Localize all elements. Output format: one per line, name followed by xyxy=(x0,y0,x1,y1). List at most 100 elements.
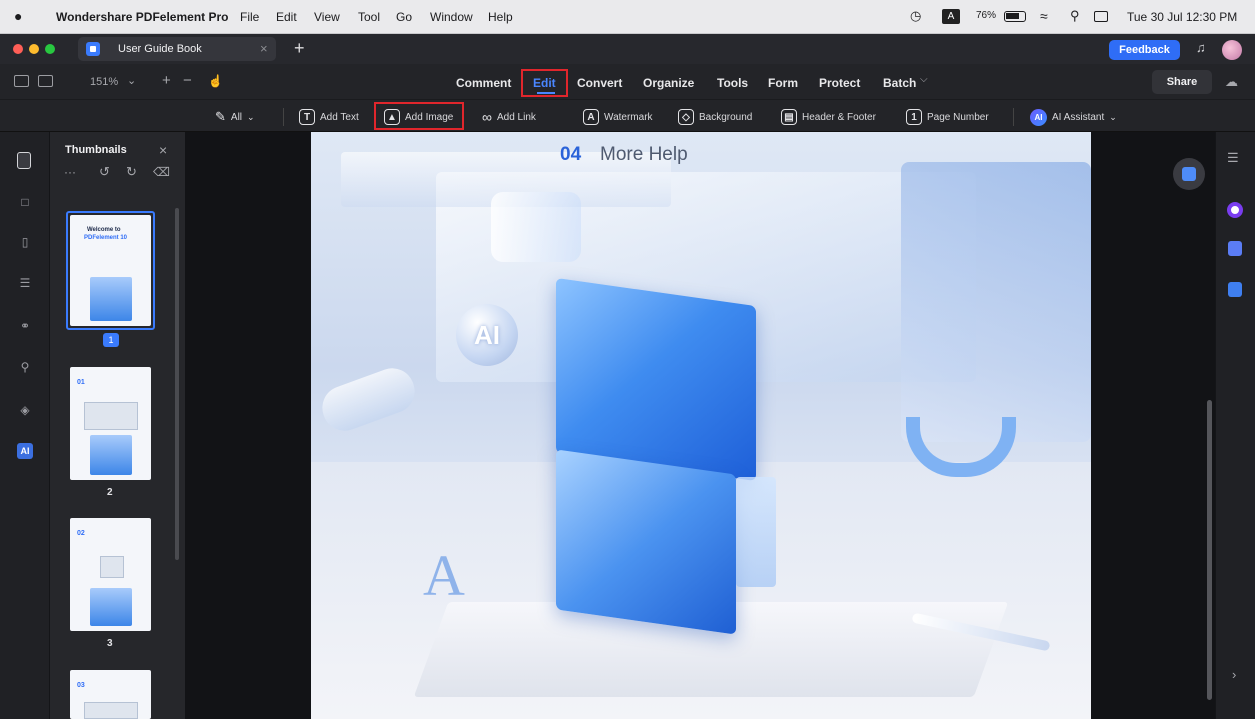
feedback-button[interactable]: Feedback xyxy=(1109,40,1180,60)
zoom-level[interactable]: 151% xyxy=(90,76,118,88)
thumbnail-4-graphic xyxy=(84,702,138,719)
thumbnails-panel-icon[interactable] xyxy=(17,152,31,169)
tab-protect[interactable]: Protect xyxy=(819,76,860,90)
thumbnail-2-graphic xyxy=(84,402,138,430)
tab-organize[interactable]: Organize xyxy=(643,76,694,90)
app-logo-icon xyxy=(86,42,100,56)
left-sidebar-rail: □ ▯ ☰ ⚭ ⚲ ◈ AI xyxy=(0,132,50,719)
window-zoom-button[interactable] xyxy=(45,44,55,54)
collapse-right-panel-icon[interactable]: › xyxy=(1232,667,1236,682)
menu-file[interactable]: File xyxy=(240,10,259,24)
signatures-panel-icon[interactable]: ◈ xyxy=(17,402,33,418)
watermark-label: Watermark xyxy=(604,111,653,123)
menu-window[interactable]: Window xyxy=(430,10,473,24)
zoom-in-button[interactable]: + xyxy=(162,72,171,89)
add-image-highlight xyxy=(374,102,464,130)
ai-translate-icon[interactable] xyxy=(1228,282,1242,297)
zoom-dropdown-chevron-icon[interactable]: ⌄ xyxy=(127,74,136,87)
background-button[interactable]: ◇ Background xyxy=(678,108,752,126)
battery-icon[interactable] xyxy=(1004,11,1026,22)
ai-assistant-chevron-icon: ⌄ xyxy=(1109,111,1117,122)
page-number-button[interactable]: 1 Page Number xyxy=(906,108,989,126)
thumbnails-close-icon[interactable]: × xyxy=(159,142,167,158)
document-scrollbar[interactable] xyxy=(1207,400,1212,700)
edit-all-chevron-icon: ⌄ xyxy=(247,111,255,122)
menu-view[interactable]: View xyxy=(314,10,340,24)
ai-assistant-dropdown[interactable]: AI AI Assistant ⌄ xyxy=(1030,108,1117,126)
new-tab-button[interactable]: + xyxy=(294,38,305,59)
thumbnail-page-3[interactable]: 02 xyxy=(70,518,151,631)
thumbnail-1-graphic xyxy=(90,277,132,321)
add-link-button[interactable]: ∞ Add Link xyxy=(482,108,536,126)
attachments-panel-icon[interactable]: ⚭ xyxy=(17,318,33,334)
background-label: Background xyxy=(699,111,753,123)
glass-block-bottom xyxy=(556,449,736,635)
comments-panel-icon[interactable]: □ xyxy=(17,194,33,210)
app-name-menu[interactable]: Wondershare PDFelement Pro xyxy=(56,10,229,24)
menu-go[interactable]: Go xyxy=(396,10,412,24)
rotate-right-icon[interactable]: ↻ xyxy=(126,164,137,180)
battery-percent: 76% xyxy=(976,10,997,21)
tab-convert[interactable]: Convert xyxy=(577,76,622,90)
sidebar-toggle-icon[interactable] xyxy=(14,75,29,87)
keyboard-input-icon[interactable]: A xyxy=(942,9,960,24)
hand-tool-icon[interactable]: ☝ xyxy=(208,74,223,88)
window-minimize-button[interactable] xyxy=(29,44,39,54)
search-panel-icon[interactable]: ⚲ xyxy=(17,359,33,375)
thumbnail-page-4[interactable]: 03 xyxy=(70,670,151,719)
zoom-out-button[interactable]: − xyxy=(183,72,192,89)
menubar-clock[interactable]: Tue 30 Jul 12:30 PM xyxy=(1127,10,1237,24)
notification-bell-icon[interactable]: ♫ xyxy=(1196,40,1206,55)
pdf-page[interactable]: AI A 04 More Help xyxy=(311,132,1091,719)
share-button[interactable]: Share xyxy=(1152,70,1212,94)
floating-translate-button[interactable] xyxy=(1173,158,1205,190)
properties-sliders-icon[interactable]: ☰ xyxy=(1227,150,1239,166)
bookmarks-panel-icon[interactable]: ▯ xyxy=(17,234,33,250)
watermark-button[interactable]: A Watermark xyxy=(583,108,653,126)
time-machine-icon[interactable]: ◷ xyxy=(910,8,921,24)
thumbnail-2-heading: 01 xyxy=(77,379,85,386)
glass-block-top xyxy=(556,277,756,482)
page-layout-icon[interactable] xyxy=(38,75,53,87)
cloud-upload-icon[interactable]: ☁ xyxy=(1225,74,1238,90)
spotlight-search-icon[interactable]: ⚲ xyxy=(1070,8,1080,24)
menu-tool[interactable]: Tool xyxy=(358,10,380,24)
edit-all-dropdown[interactable]: ✎ All ⌄ xyxy=(215,108,255,126)
right-sidebar-rail: ☰ › xyxy=(1215,132,1255,719)
glass-tube xyxy=(491,192,581,262)
thumbnail-3-graphic xyxy=(100,556,124,578)
delete-page-icon[interactable]: ⌫ xyxy=(153,165,170,179)
wifi-icon[interactable]: ≈ xyxy=(1040,8,1048,24)
layers-panel-icon[interactable]: ☰ xyxy=(17,275,33,291)
thumbnail-1-page-number: 1 xyxy=(103,333,119,347)
ai-panel-icon[interactable]: AI xyxy=(17,443,33,459)
tab-form[interactable]: Form xyxy=(768,76,798,90)
window-close-button[interactable] xyxy=(13,44,23,54)
batch-chevron-down-icon[interactable]: ⌵ xyxy=(920,74,928,85)
tab-comment[interactable]: Comment xyxy=(456,76,511,90)
ai-proofread-icon[interactable] xyxy=(1228,241,1242,256)
header-footer-label: Header & Footer xyxy=(802,111,876,123)
thumbnail-page-2[interactable]: 01 xyxy=(70,367,151,480)
control-center-icon[interactable] xyxy=(1094,11,1108,22)
tab-tools[interactable]: Tools xyxy=(717,76,748,90)
thumbnails-more-icon[interactable]: ··· xyxy=(64,165,76,179)
glass-letter-a: A xyxy=(423,543,465,608)
tab-batch[interactable]: Batch xyxy=(883,76,916,90)
document-tab[interactable]: User Guide Book × xyxy=(78,37,276,61)
section-number: 04 xyxy=(560,144,582,165)
thumbnails-scrollbar[interactable] xyxy=(175,208,179,560)
menu-help[interactable]: Help xyxy=(488,10,513,24)
apple-menu-icon[interactable]: ● xyxy=(14,8,22,24)
menu-edit[interactable]: Edit xyxy=(276,10,297,24)
edit-all-label: All xyxy=(230,111,243,123)
header-footer-button[interactable]: ▤ Header & Footer xyxy=(781,108,876,126)
add-text-button[interactable]: T Add Text xyxy=(299,108,359,126)
rotate-left-icon[interactable]: ↺ xyxy=(99,164,110,180)
user-avatar[interactable] xyxy=(1222,40,1242,60)
tab-close-icon[interactable]: × xyxy=(260,41,268,56)
watermark-icon: A xyxy=(583,109,599,125)
ai-assistant-icon: AI xyxy=(1030,108,1047,126)
ai-chat-icon[interactable] xyxy=(1227,202,1243,218)
ai-assistant-label: AI Assistant xyxy=(1052,111,1105,123)
